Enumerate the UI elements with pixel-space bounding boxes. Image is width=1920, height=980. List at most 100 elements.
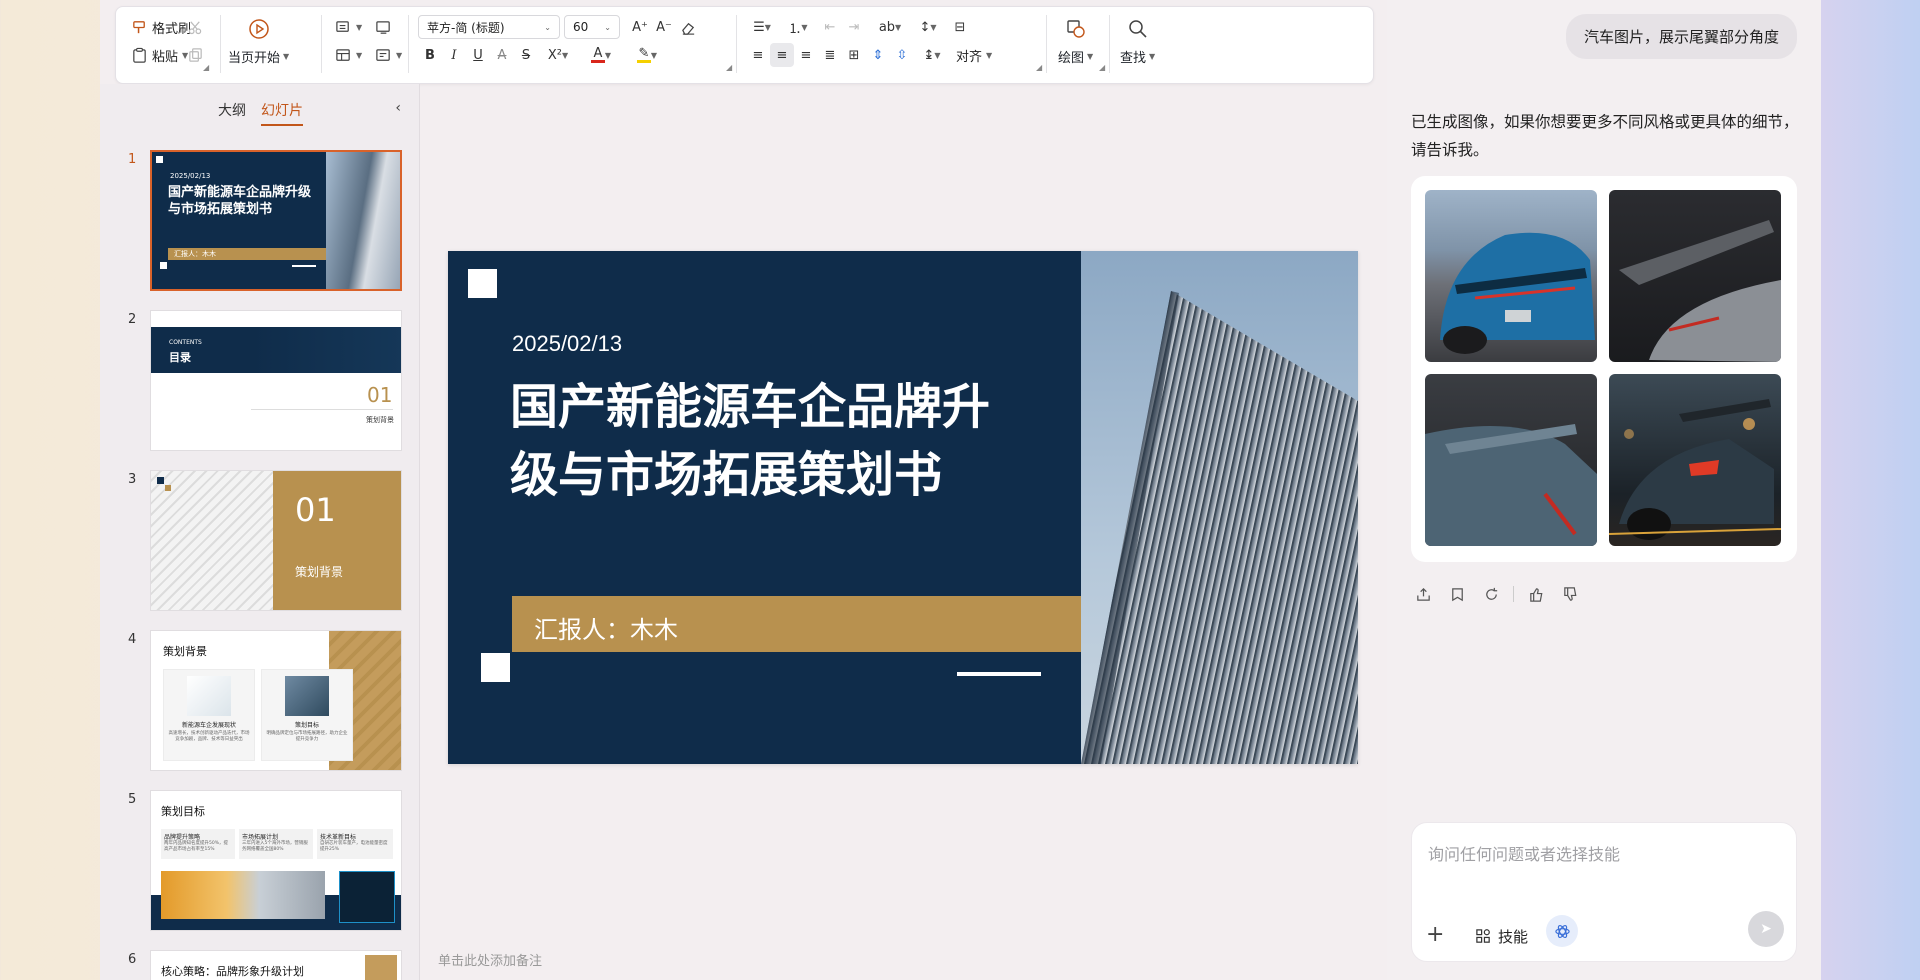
generated-image[interactable] xyxy=(1425,374,1597,546)
distribute-button[interactable]: ⊞ xyxy=(842,43,866,67)
strikethrough-icon: A xyxy=(497,47,507,63)
italic-button[interactable]: I xyxy=(442,43,466,67)
align-left-button[interactable]: ≡ xyxy=(746,43,770,67)
justify-button[interactable]: ≣ xyxy=(818,43,842,67)
window-background-edge xyxy=(1821,0,1920,980)
skills-button[interactable]: 技能 xyxy=(1474,926,1528,947)
chevron-down-icon: ▼ xyxy=(650,50,658,60)
superscript-button[interactable]: X² ▼ xyxy=(540,43,576,67)
thumbs-down-icon[interactable] xyxy=(1558,582,1582,606)
bold-button[interactable]: B xyxy=(418,43,442,67)
layout-icon xyxy=(334,18,352,36)
clear-format-button[interactable] xyxy=(676,15,700,39)
bullets-button[interactable]: ☰ ▼ xyxy=(746,15,778,39)
plus-icon: + xyxy=(1426,922,1445,947)
send-button[interactable]: ➤ xyxy=(1748,911,1784,947)
thumbs-up-icon[interactable] xyxy=(1524,582,1548,606)
slide-canvas[interactable]: 2025/02/13 国产新能源车企品牌升 级与市场拓展策划书 汇报人：木木 xyxy=(448,251,1358,764)
assistant-reply: 已生成图像，如果你想要更多不同风格或更具体的细节，请告诉我。 xyxy=(1411,113,1799,159)
text-wrap-icon: ab xyxy=(878,19,896,35)
text-direction-button[interactable]: ⊟ xyxy=(948,15,972,39)
font-size-select[interactable]: 60 ⌄ xyxy=(564,15,620,39)
message-actions xyxy=(1411,582,1582,606)
grid-layout-icon xyxy=(334,46,352,64)
reset-icon xyxy=(374,18,392,36)
collapse-panel-icon[interactable]: ‹ xyxy=(395,100,401,116)
slide-layout-button[interactable]: ▼ xyxy=(330,43,366,67)
draw-launcher-icon[interactable]: ◢ xyxy=(1099,63,1105,72)
strikethrough-button[interactable]: A xyxy=(490,43,514,67)
sort-button[interactable]: ↕ ▼ xyxy=(912,15,944,39)
font-launcher-icon[interactable]: ◢ xyxy=(726,63,732,72)
decor-square xyxy=(481,653,510,682)
presentation-app: 格式刷 粘贴 ▼ ◢ 当页开始▼ ▼ ▼ ▼ 苹方-简 (标题)⌄ 60⌄ xyxy=(100,0,1387,980)
underline-button[interactable]: U xyxy=(466,43,490,67)
cut-button[interactable] xyxy=(182,15,208,39)
thumb-reporter: 汇报人：木木 xyxy=(168,248,326,260)
slide-number: 5 xyxy=(128,792,137,807)
start-from-current-button[interactable]: 当页开始 ▼ xyxy=(228,17,289,66)
highlight-button[interactable]: ✎ ▼ xyxy=(632,43,662,67)
slide-date[interactable]: 2025/02/13 xyxy=(512,331,622,357)
slide-thumbnail-5[interactable]: 策划目标 品牌提升策略 两年内品牌知名度提升50%，提高产品市场占有率至15% … xyxy=(150,790,402,931)
thumb-date: 2025/02/13 xyxy=(170,172,211,180)
format-painter-icon xyxy=(130,18,148,36)
slide-thumbnail-3[interactable]: 01 策划背景 xyxy=(150,470,402,611)
increase-font-button[interactable]: A⁺ xyxy=(628,15,652,39)
chat-input[interactable]: 询问任何问题或者选择技能 + 技能 ➤ xyxy=(1411,822,1797,962)
chevron-down-icon: ▼ xyxy=(801,22,808,32)
slide-title[interactable]: 国产新能源车企品牌升 级与市场拓展策划书 xyxy=(510,373,990,509)
font-family-value: 苹方-简 (标题) xyxy=(427,20,505,35)
text-wrap-button[interactable]: ab ▼ xyxy=(874,15,906,39)
decor-line xyxy=(957,672,1041,676)
numbering-button[interactable]: ⒈ ▼ xyxy=(782,15,814,39)
thumb-title: 策划目标 xyxy=(161,805,205,818)
decrease-font-button[interactable]: A⁻ xyxy=(652,15,676,39)
font-color-button[interactable]: A ▼ xyxy=(586,43,616,67)
reset-slide-button[interactable] xyxy=(370,15,396,39)
font-family-select[interactable]: 苹方-简 (标题) ⌄ xyxy=(418,15,560,39)
generated-image[interactable] xyxy=(1609,374,1781,546)
reporter-bar[interactable]: 汇报人：木木 xyxy=(512,596,1081,652)
slide-thumbnail-1[interactable]: 2025/02/13 国产新能源车企品牌升级与市场拓展策划书 汇报人：木木 xyxy=(150,150,402,291)
bookmark-icon[interactable] xyxy=(1445,582,1469,606)
paragraph-spacing-button[interactable]: ⇳ xyxy=(890,43,914,67)
regenerate-icon[interactable] xyxy=(1479,582,1503,606)
align-center-icon: ≡ xyxy=(776,47,788,63)
align-button[interactable]: 对齐 ▼ xyxy=(952,43,996,67)
double-strike-button[interactable]: S xyxy=(514,43,538,67)
tab-outline[interactable]: 大纲 xyxy=(218,100,246,120)
deep-think-toggle[interactable] xyxy=(1546,915,1578,947)
add-attachment-button[interactable]: + xyxy=(1426,922,1444,947)
decor-square xyxy=(468,269,497,298)
notes-placeholder[interactable]: 单击此处添加备注 xyxy=(438,950,542,969)
align-right-button[interactable]: ≡ xyxy=(794,43,818,67)
thumb-title: 策划背景 xyxy=(163,645,207,658)
align-center-button[interactable]: ≡ xyxy=(770,43,794,67)
chevron-down-icon: ▼ xyxy=(1149,52,1156,61)
thumb-card-title: 新能源车企发展现状 xyxy=(181,722,236,729)
section-button[interactable]: ▼ xyxy=(370,43,406,67)
reporter-text: 汇报人：木木 xyxy=(534,616,678,644)
spacing-options-button[interactable]: ↨ ▼ xyxy=(916,43,948,67)
find-button[interactable]: 查找 ▼ xyxy=(1120,17,1155,66)
assistant-panel: 汽车图片，展示尾翼部分角度 已生成图像，如果你想要更多不同风格或更具体的细节，请… xyxy=(1387,0,1821,980)
chevron-down-icon: ▼ xyxy=(1087,52,1094,61)
increase-indent-button[interactable]: ⇥ xyxy=(842,15,866,39)
slide-thumbnail-6[interactable]: 核心策略：品牌形象升级计划 xyxy=(150,950,402,980)
decrease-indent-button[interactable]: ⇤ xyxy=(818,15,842,39)
paragraph-launcher-icon[interactable]: ◢ xyxy=(1036,63,1042,72)
slide-thumbnail-2[interactable]: CONTENTS 目录 01 策划背景 xyxy=(150,310,402,451)
generated-image[interactable] xyxy=(1609,190,1781,362)
play-icon xyxy=(247,17,271,41)
slide-thumbnail-4[interactable]: 策划背景 新能源车企发展现状 高速增长，技术创新驱动产品迭代，市场竞争加剧，品牌… xyxy=(150,630,402,771)
draw-button[interactable]: 绘图 ▼ xyxy=(1058,17,1093,66)
share-icon[interactable] xyxy=(1411,582,1435,606)
thumb-card-title: 市场拓展计划 xyxy=(242,834,279,841)
clipboard-launcher-icon[interactable]: ◢ xyxy=(203,63,209,72)
line-spacing-button[interactable]: ⇕ xyxy=(866,43,890,67)
new-slide-button[interactable]: ▼ xyxy=(330,15,366,39)
tab-slides[interactable]: 幻灯片 xyxy=(261,100,303,126)
chat-input-placeholder: 询问任何问题或者选择技能 xyxy=(1428,845,1621,864)
generated-image[interactable] xyxy=(1425,190,1597,362)
